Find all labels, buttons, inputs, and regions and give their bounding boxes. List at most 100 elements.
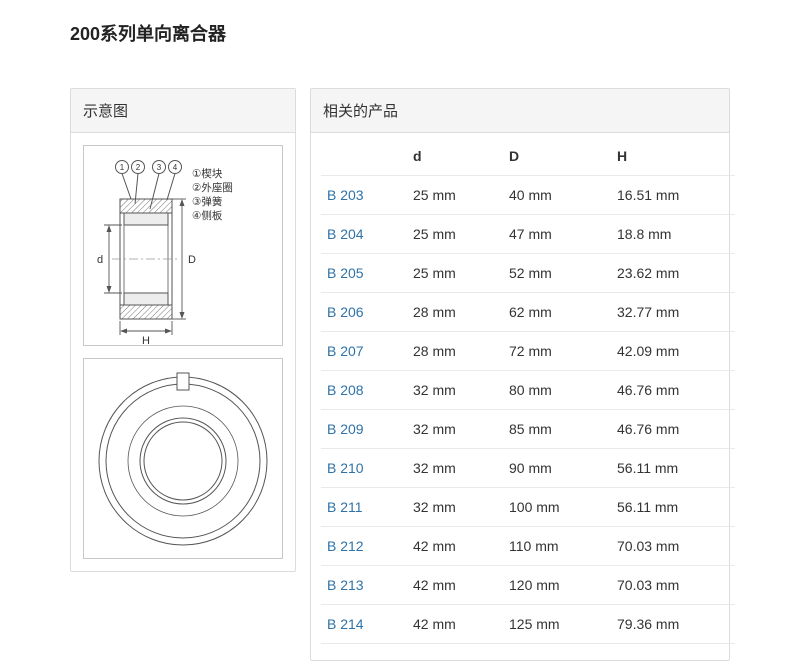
svg-text:②外座圈: ②外座圈 (192, 181, 233, 194)
front-view-diagram-svg (84, 360, 282, 558)
cell-H: 56.11 mm (611, 488, 735, 527)
svg-text:4: 4 (173, 163, 178, 172)
svg-text:④侧板: ④侧板 (192, 209, 223, 222)
product-link[interactable]: B 206 (327, 304, 364, 320)
cell-model: B 208 (321, 371, 407, 410)
cell-H: 42.09 mm (611, 332, 735, 371)
related-products-panel: 相关的产品 d D H m B 203 25 mm 40 mm 16.51 mm… (310, 88, 730, 661)
page-title: 200系列单向离合器 (70, 20, 226, 46)
cell-model: B 213 (321, 566, 407, 605)
related-products-header: 相关的产品 (311, 89, 729, 133)
cell-d: 42 mm (407, 527, 503, 566)
cell-d: 25 mm (407, 176, 503, 215)
cell-model: B 209 (321, 410, 407, 449)
cell-model: B 207 (321, 332, 407, 371)
cell-d: 42 mm (407, 566, 503, 605)
cell-D: 100 mm (503, 488, 611, 527)
front-view-figure (83, 358, 283, 559)
table-row: B 213 42 mm 120 mm 70.03 mm 2.3 KG (321, 566, 735, 605)
svg-text:①楔块: ①楔块 (192, 168, 223, 180)
cell-model: B 203 (321, 176, 407, 215)
table-row: B 209 32 mm 85 mm 46.76 mm 0.95 KG (321, 410, 735, 449)
cell-model: B 204 (321, 215, 407, 254)
cell-H: 70.03 mm (611, 527, 735, 566)
cell-D: 85 mm (503, 410, 611, 449)
table-row: B 214 42 mm 125 mm 79.36 mm 2.4 KG (321, 605, 735, 644)
table-row: B 204 25 mm 47 mm 18.8 mm 0.34 KG (321, 215, 735, 254)
cell-H: 32.77 mm (611, 293, 735, 332)
cell-model: B 212 (321, 527, 407, 566)
cell-H: 56.11 mm (611, 449, 735, 488)
cell-D: 110 mm (503, 527, 611, 566)
cell-H: 70.03 mm (611, 566, 735, 605)
table-row: B 207 28 mm 72 mm 42.09 mm 0.8 KG (321, 332, 735, 371)
cell-D: 120 mm (503, 566, 611, 605)
cell-model: B 214 (321, 605, 407, 644)
products-table: d D H m B 203 25 mm 40 mm 16.51 mm 0.23 … (321, 137, 735, 644)
product-link[interactable]: B 205 (327, 265, 364, 281)
product-link[interactable]: B 214 (327, 616, 364, 632)
table-row: B 211 32 mm 100 mm 56.11 mm 1.4 KG (321, 488, 735, 527)
schematic-panel-header: 示意图 (71, 89, 295, 133)
dim-d-label: d (97, 254, 103, 266)
cell-H: 46.76 mm (611, 410, 735, 449)
table-row: B 210 32 mm 90 mm 56.11 mm 1 KG (321, 449, 735, 488)
cell-d: 25 mm (407, 254, 503, 293)
schematic-panel: 示意图 (70, 88, 296, 572)
front-view-rings (99, 373, 267, 545)
cell-H: 18.8 mm (611, 215, 735, 254)
svg-text:1: 1 (120, 163, 125, 172)
dim-H-lines (120, 321, 172, 335)
product-link[interactable]: B 204 (327, 226, 364, 242)
cell-d: 32 mm (407, 410, 503, 449)
cell-D: 80 mm (503, 371, 611, 410)
cell-d: 32 mm (407, 371, 503, 410)
table-header-row: d D H m (321, 137, 735, 176)
cell-d: 32 mm (407, 488, 503, 527)
cell-D: 62 mm (503, 293, 611, 332)
dim-H-label: H (142, 335, 150, 345)
cell-H: 46.76 mm (611, 371, 735, 410)
cell-D: 40 mm (503, 176, 611, 215)
cell-d: 32 mm (407, 449, 503, 488)
cell-model: B 211 (321, 488, 407, 527)
cell-D: 90 mm (503, 449, 611, 488)
cell-d: 42 mm (407, 605, 503, 644)
diagram-legend: ①楔块 ②外座圈 ③弹簧 ④侧板 (192, 168, 233, 222)
products-table-body: B 203 25 mm 40 mm 16.51 mm 0.23 KG B 204… (321, 176, 735, 644)
dim-D-lines (172, 199, 186, 319)
dim-D-label: D (188, 254, 196, 266)
table-row: B 206 28 mm 62 mm 32.77 mm 0.68 KG (321, 293, 735, 332)
cell-D: 125 mm (503, 605, 611, 644)
cell-d: 28 mm (407, 332, 503, 371)
cell-H: 16.51 mm (611, 176, 735, 215)
cell-d: 25 mm (407, 215, 503, 254)
col-header-d: d (407, 137, 503, 176)
product-link[interactable]: B 211 (327, 499, 363, 515)
cell-D: 52 mm (503, 254, 611, 293)
product-link[interactable]: B 203 (327, 187, 364, 203)
cell-d: 28 mm (407, 293, 503, 332)
svg-text:2: 2 (136, 163, 141, 172)
product-link[interactable]: B 210 (327, 460, 364, 476)
product-link[interactable]: B 209 (327, 421, 364, 437)
table-row: B 205 25 mm 52 mm 23.62 mm 0.45 KG (321, 254, 735, 293)
cell-model: B 210 (321, 449, 407, 488)
cell-H: 79.36 mm (611, 605, 735, 644)
product-link[interactable]: B 212 (327, 538, 364, 554)
col-header-D: D (503, 137, 611, 176)
products-table-wrap: d D H m B 203 25 mm 40 mm 16.51 mm 0.23 … (311, 133, 729, 660)
cell-model: B 205 (321, 254, 407, 293)
table-row: B 203 25 mm 40 mm 16.51 mm 0.23 KG (321, 176, 735, 215)
product-link[interactable]: B 213 (327, 577, 364, 593)
col-header-model (321, 137, 407, 176)
cross-section-diagram-svg: 1 2 3 4 ①楔块 ②外座圈 ③弹簧 ④侧板 (84, 147, 282, 345)
table-row: B 212 42 mm 110 mm 70.03 mm 1.8 KG (321, 527, 735, 566)
product-link[interactable]: B 208 (327, 382, 364, 398)
svg-text:3: 3 (157, 163, 162, 172)
cell-D: 72 mm (503, 332, 611, 371)
cell-H: 23.62 mm (611, 254, 735, 293)
page: 200系列单向离合器 示意图 (0, 0, 801, 665)
cell-D: 47 mm (503, 215, 611, 254)
product-link[interactable]: B 207 (327, 343, 364, 359)
